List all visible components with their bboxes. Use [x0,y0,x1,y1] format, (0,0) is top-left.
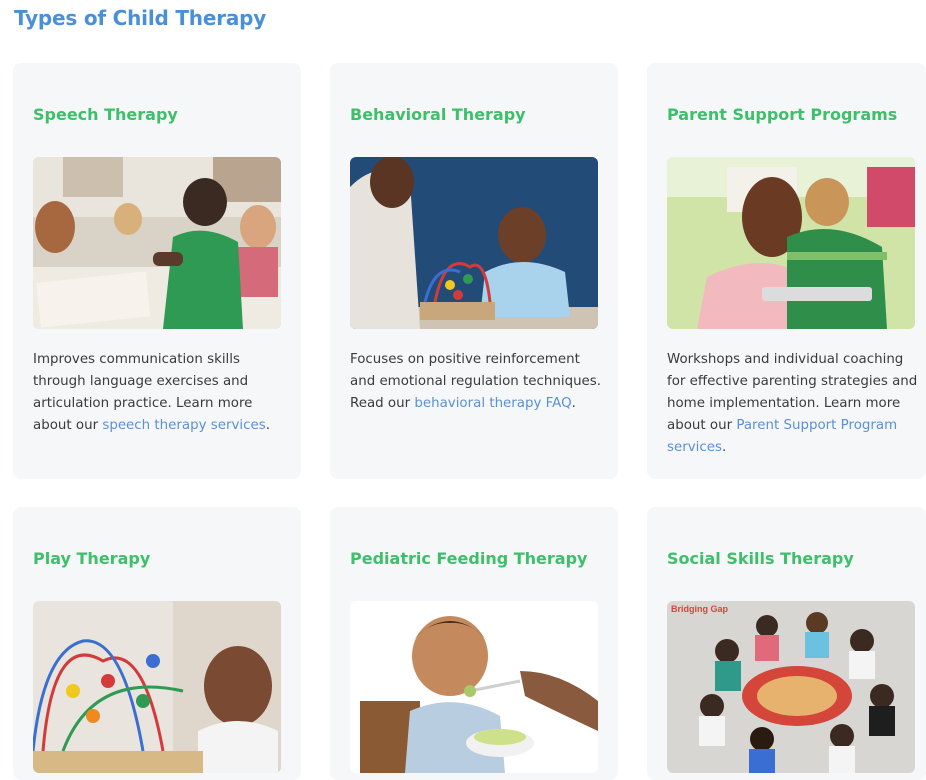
card-description: Improves communication skills through la… [33,349,289,437]
card-description-end: . [721,440,727,455]
speech-therapy-services-link[interactable]: speech therapy services [102,418,265,433]
card-description: Focuses on positive reinforcement and em… [350,349,606,415]
therapy-card-pediatric-feeding: Pediatric Feeding Therapy [330,507,618,780]
bridging-gap-logo-text: Bridging Gap [671,604,728,614]
card-description-end: . [571,396,576,411]
speech-therapy-image [33,157,281,329]
card-title: Behavioral Therapy [350,105,526,124]
therapy-card-parent-support: Parent Support Programs Workshops and in… [647,63,926,479]
page-title: Types of Child Therapy [14,6,267,30]
parent-support-image [667,157,915,329]
behavioral-therapy-image [350,157,598,329]
card-title: Parent Support Programs [667,105,898,124]
card-title: Pediatric Feeding Therapy [350,549,588,568]
card-title: Speech Therapy [33,105,178,124]
card-title: Play Therapy [33,549,151,568]
play-therapy-image [33,601,281,773]
card-description-end: . [265,418,270,433]
card-title: Social Skills Therapy [667,549,854,568]
social-skills-image: Bridging Gap [667,601,915,773]
therapy-card-speech: Speech Therapy Improves communication sk… [13,63,301,479]
card-description: Workshops and individual coaching for ef… [667,349,923,459]
therapy-card-play: Play Therapy [13,507,301,780]
behavioral-therapy-faq-link[interactable]: behavioral therapy FAQ [414,396,571,411]
therapy-card-social-skills: Social Skills Therapy Bridging Gap [647,507,926,780]
pediatric-feeding-image [350,601,598,773]
therapy-card-behavioral: Behavioral Therapy Focuses on positive r… [330,63,618,479]
